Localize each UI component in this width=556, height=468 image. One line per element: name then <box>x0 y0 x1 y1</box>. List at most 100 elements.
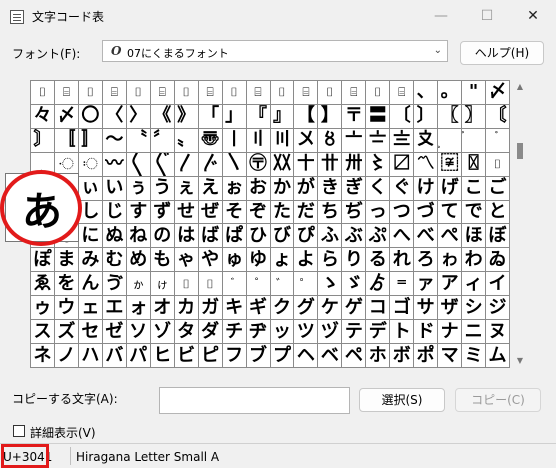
char-cell[interactable]: ⌷ <box>174 81 199 105</box>
char-cell[interactable]: 〈 <box>102 104 127 129</box>
char-cell[interactable]: ゙ <box>222 272 247 297</box>
char-cell[interactable]: 〪 <box>438 128 463 153</box>
char-cell[interactable]: ム <box>486 344 510 368</box>
char-cell[interactable]: ぼ <box>486 224 510 249</box>
char-cell[interactable]: や <box>198 248 223 273</box>
char-cell[interactable]: 〔 <box>390 104 415 129</box>
char-cell[interactable]: ⌸ <box>54 81 79 105</box>
char-cell[interactable]: ォ <box>126 296 151 321</box>
char-cell[interactable]: 」 <box>222 104 247 129</box>
char-cell[interactable]: ナ <box>438 320 463 345</box>
char-cell[interactable]: ザ <box>438 296 463 321</box>
char-cell[interactable]: ピ <box>198 344 223 368</box>
char-cell[interactable]: デ <box>366 320 391 345</box>
char-cell[interactable]: ッ <box>270 320 295 345</box>
char-cell[interactable]: ひ <box>246 224 271 249</box>
char-cell[interactable]: わ <box>462 248 487 273</box>
char-cell[interactable]: ⌷ <box>318 81 343 105</box>
char-cell[interactable]: ⌷ <box>78 81 103 105</box>
char-cell[interactable]: そ <box>222 200 247 225</box>
char-cell[interactable]: ト <box>390 320 415 345</box>
grid-scrollbar[interactable]: ▲ ▼ <box>513 80 527 368</box>
char-cell[interactable]: ぅ <box>126 176 151 201</box>
char-cell[interactable]: ア <box>438 272 463 297</box>
char-cell[interactable]: ボ <box>390 344 415 368</box>
char-cell[interactable]: 〤 <box>294 128 319 153</box>
char-cell[interactable]: 〕 <box>414 104 439 129</box>
char-cell[interactable]: カ <box>174 296 199 321</box>
char-cell[interactable]: ⌸ <box>390 81 415 105</box>
char-cell[interactable]: 〆 <box>486 81 510 105</box>
char-cell[interactable]: ぇ <box>174 176 199 201</box>
char-cell[interactable]: ァ <box>414 272 439 297</box>
char-cell[interactable]: ⌷ <box>126 81 151 105</box>
char-cell[interactable]: ゠ <box>390 272 415 297</box>
char-cell[interactable]: 《 <box>150 104 175 129</box>
char-cell[interactable]: フ <box>222 344 247 368</box>
minimize-button[interactable]: — <box>418 0 464 32</box>
char-cell[interactable]: ゝ <box>318 272 343 297</box>
char-cell[interactable]: き <box>318 176 343 201</box>
char-cell[interactable]: ぺ <box>438 224 463 249</box>
char-cell[interactable]: 〒 <box>342 104 367 129</box>
char-cell[interactable]: 〞 <box>150 128 175 153</box>
char-cell[interactable]: イ <box>486 272 510 297</box>
char-cell[interactable]: り <box>342 248 367 273</box>
char-cell[interactable]: 〟 <box>174 128 199 153</box>
char-cell[interactable]: く <box>366 176 391 201</box>
char-cell[interactable]: ゔ <box>102 272 127 297</box>
char-cell[interactable]: ゑ <box>31 272 55 297</box>
char-cell[interactable]: ス <box>31 320 55 345</box>
char-cell[interactable]: ギ <box>246 296 271 321</box>
char-cell[interactable]: い <box>102 176 127 201</box>
char-cell[interactable]: ぱ <box>222 224 247 249</box>
char-cell[interactable]: こ <box>462 176 487 201</box>
char-cell[interactable]: マ <box>438 344 463 368</box>
char-cell[interactable]: も <box>150 248 175 273</box>
char-cell[interactable]: ミ <box>462 344 487 368</box>
maximize-button[interactable]: ☐ <box>464 0 510 32</box>
char-cell[interactable]: ⌸ <box>198 81 223 105</box>
char-cell[interactable]: セ <box>78 320 103 345</box>
char-cell[interactable]: 〸 <box>294 152 319 177</box>
char-cell[interactable]: よ <box>294 248 319 273</box>
char-cell[interactable]: ニ <box>462 320 487 345</box>
char-cell[interactable]: 》 <box>174 104 199 129</box>
char-cell[interactable]: ょ <box>270 248 295 273</box>
char-cell[interactable]: べ <box>414 224 439 249</box>
char-cell[interactable]: 〩 <box>414 128 439 153</box>
char-cell[interactable]: づ <box>414 200 439 225</box>
char-cell[interactable]: ヂ <box>246 320 271 345</box>
char-cell[interactable]: ヘ <box>294 344 319 368</box>
char-cell[interactable]: ⌸ <box>342 81 367 105</box>
char-cell[interactable]: ぜ <box>198 200 223 225</box>
char-cell[interactable]: 「 <box>198 104 223 129</box>
char-cell[interactable]: し <box>78 200 103 225</box>
char-cell[interactable]: 々 <box>31 104 55 129</box>
char-cell[interactable]: ゲ <box>342 296 367 321</box>
char-cell[interactable]: 〷 <box>270 152 295 177</box>
char-cell[interactable]: え <box>198 176 223 201</box>
copy-characters-input[interactable] <box>159 387 350 414</box>
char-cell[interactable]: 〝 <box>126 128 151 153</box>
char-cell[interactable]: ベ <box>318 344 343 368</box>
char-cell[interactable]: 〉 <box>126 104 151 129</box>
char-cell[interactable]: げ <box>438 176 463 201</box>
scrollbar-thumb[interactable] <box>517 143 523 159</box>
char-cell[interactable]: 〢 <box>246 128 271 153</box>
char-cell[interactable]: じ <box>102 200 127 225</box>
char-cell[interactable]: 〘 <box>486 104 510 129</box>
font-dropdown[interactable]: O 07にくまるフォント ⌄ <box>102 40 448 62</box>
char-cell[interactable]: ヒ <box>150 344 175 368</box>
char-cell[interactable]: は <box>174 224 199 249</box>
char-cell[interactable]: 〿 <box>462 152 487 177</box>
char-cell[interactable]: と <box>486 200 510 225</box>
close-button[interactable]: ✕ <box>510 0 556 32</box>
char-cell[interactable]: め <box>126 248 151 273</box>
char-cell[interactable]: ヌ <box>486 320 510 345</box>
char-cell[interactable]: キ <box>222 296 247 321</box>
char-cell[interactable]: ぢ <box>342 200 367 225</box>
char-cell[interactable]: 。 <box>438 81 463 105</box>
char-cell[interactable]: 〨 <box>390 128 415 153</box>
char-cell[interactable]: ゆ <box>246 248 271 273</box>
